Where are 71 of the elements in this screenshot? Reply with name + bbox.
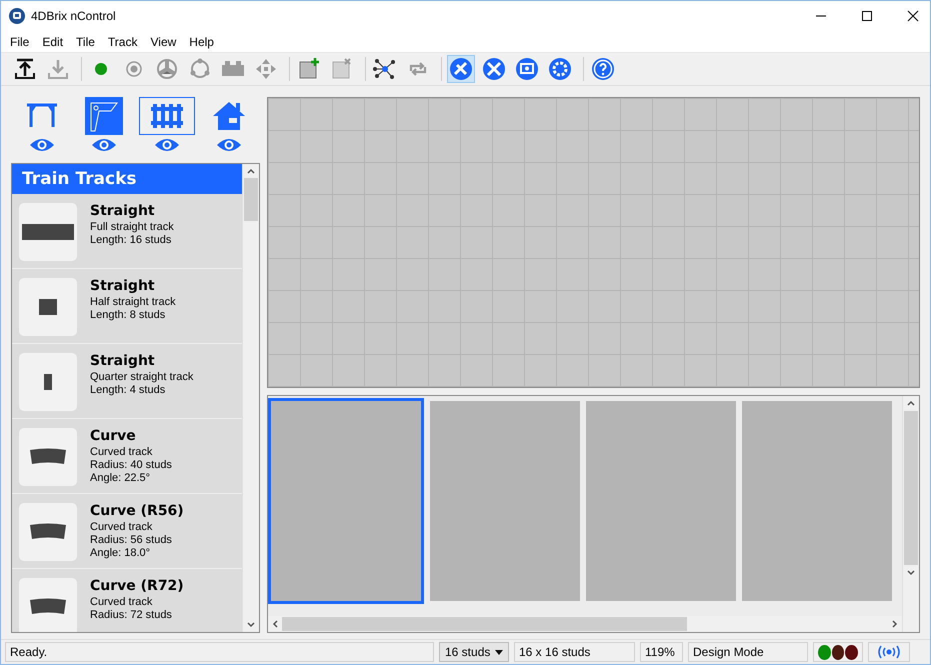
- menu-item[interactable]: View: [144, 34, 184, 48]
- scroll-thumb[interactable]: [904, 411, 918, 565]
- track-detail: Length: 8 studs: [90, 309, 166, 322]
- tile-size-field: 16 x 16 studs: [514, 642, 635, 662]
- track-detail: Curved track: [90, 446, 154, 459]
- network-icon: [373, 57, 397, 81]
- signal-icon[interactable]: [876, 645, 902, 659]
- track-name: Curve: [90, 428, 137, 444]
- scroll-thumb[interactable]: [282, 617, 687, 631]
- grid-size-dropdown[interactable]: 16 studs: [439, 642, 509, 662]
- move-arrows-icon: [254, 57, 278, 81]
- eye-icon[interactable]: [91, 137, 118, 153]
- track-detail: Radius: 40 studs: [90, 459, 172, 472]
- tile-thumbnail[interactable]: [268, 398, 424, 604]
- zoom-level: 119%: [640, 642, 683, 662]
- curved-track-icon: [28, 448, 68, 466]
- palette-header: Train Tracks: [12, 164, 242, 194]
- menu-item[interactable]: Track: [102, 34, 144, 48]
- upload-icon: [13, 57, 37, 81]
- help-icon: [591, 57, 615, 81]
- straight-track-icon: [22, 224, 74, 240]
- app-logo-icon: [9, 8, 25, 24]
- track-detail: Curved track: [90, 596, 154, 609]
- ring-icon: [188, 57, 212, 81]
- maximize-icon[interactable]: [861, 10, 873, 22]
- horizontal-scrollbar[interactable]: [268, 616, 902, 632]
- straight-track-icon: [44, 374, 52, 390]
- straight-track-icon: [39, 299, 57, 315]
- download-icon: [46, 57, 70, 81]
- eye-icon[interactable]: [154, 137, 180, 153]
- tile-thumbnail[interactable]: [430, 401, 580, 601]
- settings-icon: [548, 57, 572, 81]
- tile-thumbnail[interactable]: [742, 401, 892, 601]
- scroll-thumb[interactable]: [244, 178, 258, 221]
- track-detail: Quarter straight track: [90, 371, 194, 384]
- screen-icon: [515, 57, 539, 81]
- caret-icon: [495, 650, 503, 654]
- menu-item[interactable]: Tile: [70, 34, 102, 48]
- track-detail: Length: 16 studs: [90, 234, 172, 247]
- vertical-scrollbar[interactable]: [242, 164, 259, 632]
- track-detail: Full straight track: [90, 221, 174, 234]
- tile-thumbnail[interactable]: [586, 401, 736, 601]
- track-name: Curve (R72): [90, 578, 184, 594]
- track-name: Straight: [90, 278, 156, 294]
- menu-item[interactable]: Help: [183, 34, 221, 48]
- track-detail: Length: 4 studs: [90, 384, 166, 397]
- track-name: Straight: [90, 203, 156, 219]
- vertical-scrollbar[interactable]: [902, 396, 919, 632]
- close-icon[interactable]: [907, 10, 919, 22]
- mode-field: Design Mode: [688, 642, 808, 662]
- track-detail: Radius: 72 studs: [90, 609, 173, 622]
- curved-track-icon: [28, 598, 68, 616]
- menu-item[interactable]: Edit: [36, 34, 70, 48]
- track-name: Straight: [90, 353, 156, 369]
- turntable-icon: [155, 57, 179, 81]
- window-title: 4DBrix nControl: [31, 9, 116, 23]
- track-detail: Radius: 56 studs: [90, 534, 173, 547]
- status-message: Ready.: [5, 642, 434, 662]
- track-detail: Curved track: [90, 521, 154, 534]
- track-name: Curve (R56): [90, 503, 184, 519]
- menu-item[interactable]: File: [4, 34, 36, 48]
- eye-icon[interactable]: [216, 137, 242, 153]
- category-button[interactable]: [138, 97, 195, 135]
- category-button[interactable]: [85, 97, 124, 135]
- track-detail: Half straight track: [90, 296, 176, 309]
- track-detail: Angle: 18.0°: [90, 547, 152, 560]
- track-detail: Angle: 22.5°: [90, 472, 152, 485]
- house-icon: [212, 99, 246, 133]
- curved-track-icon: [28, 523, 68, 541]
- eye-icon[interactable]: [29, 137, 55, 153]
- add-tile-icon: [297, 57, 321, 81]
